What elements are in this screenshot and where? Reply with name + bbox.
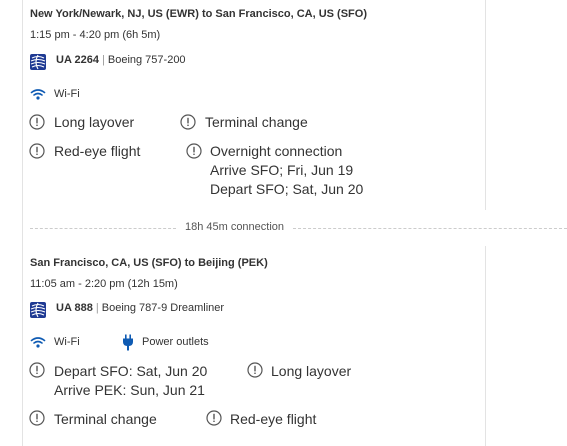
exclamation-circle-icon <box>29 362 45 378</box>
warning-terminal-change: Terminal change <box>54 411 157 427</box>
connection-duration: 18h 45m connection <box>176 221 293 233</box>
segment-times: 11:05 am - 2:20 pm (12h 15m) <box>30 278 178 290</box>
flight-number: UA 2264 <box>56 54 100 66</box>
warning-overnight-title: Overnight connection <box>210 143 343 159</box>
warning-arrive: Arrive PEK: Sun, Jun 21 <box>54 382 205 398</box>
warning-overnight-depart: Depart SFO; Sat, Jun 20 <box>210 181 364 197</box>
warning-depart: Depart SFO: Sat, Jun 20 <box>54 363 208 379</box>
segment-route: New York/Newark, NJ, US (EWR) to San Fra… <box>30 8 367 20</box>
amenity-power-label: Power outlets <box>142 336 209 348</box>
exclamation-circle-icon <box>206 410 222 426</box>
flight-info: UA 2264 | Boeing 757-200 <box>56 54 186 66</box>
flight-info-separator: | <box>102 54 105 66</box>
timeline-left-border <box>22 0 23 446</box>
segment-1-right-border <box>485 0 486 210</box>
amenity-wifi-label: Wi-Fi <box>54 336 80 348</box>
flight-number: UA 888 <box>56 302 93 314</box>
exclamation-circle-icon <box>180 114 196 130</box>
wifi-icon <box>30 89 46 100</box>
warning-long-layover: Long layover <box>54 114 135 130</box>
warning-terminal-change: Terminal change <box>205 114 308 130</box>
power-plug-icon <box>123 334 133 351</box>
united-logo-icon <box>30 302 46 318</box>
aircraft-type: Boeing 757-200 <box>107 54 186 66</box>
united-logo-icon <box>30 54 46 70</box>
exclamation-circle-icon <box>29 114 45 130</box>
connection-divider-right <box>293 228 567 229</box>
connection-divider-left <box>30 228 176 229</box>
segment-route: San Francisco, CA, US (SFO) to Beijing (… <box>30 257 268 269</box>
exclamation-circle-icon <box>186 143 202 159</box>
segment-times: 1:15 pm - 4:20 pm (6h 5m) <box>30 29 161 41</box>
amenity-wifi-label: Wi-Fi <box>54 88 80 100</box>
aircraft-type: Boeing 787-9 Dreamliner <box>101 302 225 314</box>
exclamation-circle-icon <box>247 362 263 378</box>
warning-long-layover: Long layover <box>271 363 352 379</box>
flight-info: UA 888 | Boeing 787-9 Dreamliner <box>56 302 224 314</box>
warning-red-eye: Red-eye flight <box>54 143 141 159</box>
exclamation-circle-icon <box>29 143 45 159</box>
wifi-icon <box>30 337 46 348</box>
exclamation-circle-icon <box>29 410 45 426</box>
segment-2-right-border <box>485 246 486 446</box>
flight-info-separator: | <box>95 302 99 314</box>
warning-overnight-arrive: Arrive SFO; Fri, Jun 19 <box>210 162 354 178</box>
warning-red-eye: Red-eye flight <box>230 411 317 427</box>
